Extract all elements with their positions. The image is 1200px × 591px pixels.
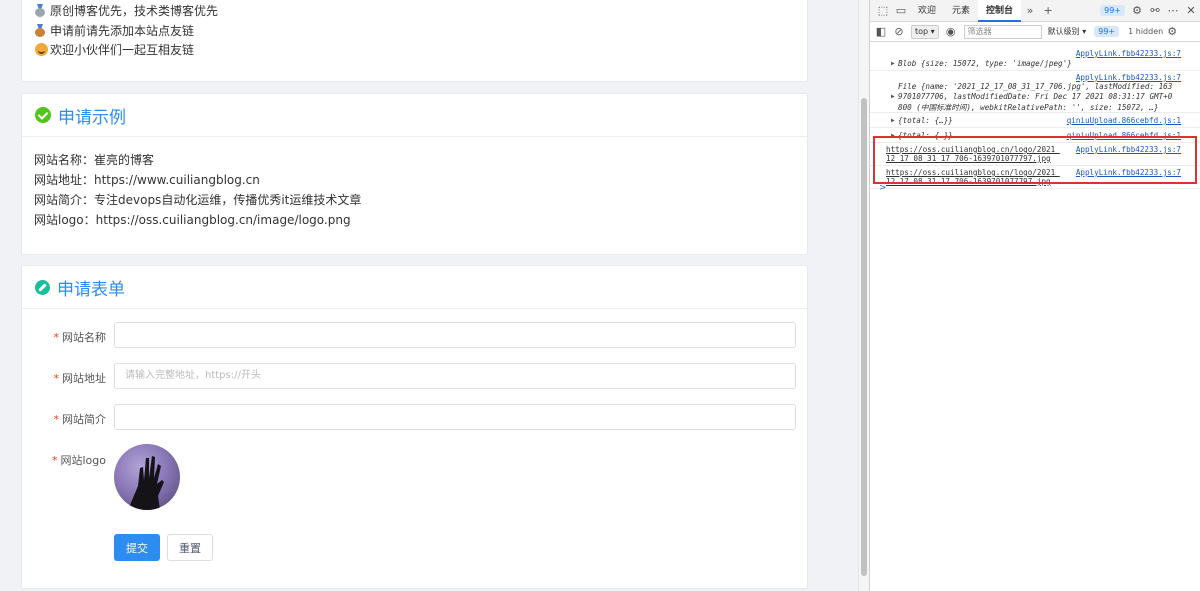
expand-triangle-icon[interactable]: ▶	[891, 117, 895, 124]
reset-button[interactable]: 重置	[167, 534, 213, 561]
notice-card: 原创博客优先，技术类博客优先 申请前请先添加本站点友链 欢迎小伙伴们一起互相友链	[21, 0, 808, 82]
web-page: 原创博客优先，技术类博客优先 申请前请先添加本站点友链 欢迎小伙伴们一起互相友链…	[0, 0, 858, 591]
console-prompt[interactable]: >	[879, 183, 887, 193]
site-name-label: * 网站名称	[53, 331, 107, 344]
log-message[interactable]: File {name: '2021_12_17_08_31_17_706.jpg…	[898, 82, 1172, 91]
notice-text: 欢迎小伙伴们一起互相友链	[50, 43, 195, 57]
console-log-row: ▶ {total: {…}} qiniuUpload.866cebfd.js:1	[870, 113, 1200, 128]
site-desc-input[interactable]	[114, 404, 796, 430]
hidden-count: 1 hidden	[1128, 27, 1164, 36]
tab-elements[interactable]: 元素	[944, 0, 978, 22]
highlight-box	[873, 136, 1197, 184]
device-toggle-icon[interactable]: ▭	[892, 2, 910, 20]
logo-preview-image[interactable]	[114, 444, 180, 510]
example-title: 申请示例	[58, 107, 126, 128]
page-scrollbar[interactable]	[858, 0, 869, 591]
site-desc-label: * 网站简介	[53, 413, 107, 426]
site-url-label: * 网站地址	[53, 372, 107, 385]
silver-medal-icon	[35, 4, 45, 17]
devtools-panel: ⬚ ▭ 欢迎 元素 控制台 » + 99+ ⚙ ⚯ ⋯ ✕ ◧ ⊘ top ▾ …	[869, 0, 1200, 591]
issues-badge[interactable]: 99+	[1100, 5, 1125, 16]
log-message[interactable]: 9701077706, lastModifiedDate: Fri Dec 17…	[898, 92, 1172, 101]
add-tab-icon[interactable]: +	[1039, 2, 1057, 20]
devtools-tabbar: ⬚ ▭ 欢迎 元素 控制台 » + 99+ ⚙ ⚯ ⋯ ✕	[870, 0, 1200, 22]
edit-circle-icon	[35, 279, 50, 295]
example-card-header: 申请示例	[22, 94, 807, 137]
log-source-link[interactable]: qiniuUpload.866cebfd.js:1	[1067, 116, 1181, 125]
log-message[interactable]: 800 (中国标准时间), webkitRelativePath: '', si…	[898, 102, 1158, 113]
apply-form-card: 申请表单 * 网站名称 * 网站地址 请输入完整地址，https://开头 * 网站简…	[21, 265, 808, 589]
example-line: 网站logo：https://oss.cuiliangblog.cn/image…	[34, 213, 351, 227]
submit-button[interactable]: 提交	[114, 534, 160, 561]
example-line: 网站简介：专注devops自动化运维，传播优秀it运维技术文章	[34, 193, 362, 207]
log-message[interactable]: Blob {size: 15072, type: 'image/jpeg'}	[898, 59, 1072, 68]
notice-item: 原创博客优先，技术类博客优先	[35, 2, 218, 19]
live-expression-eye-icon[interactable]: ◉	[942, 23, 960, 41]
expand-triangle-icon[interactable]: ▶	[891, 60, 895, 67]
sidebar-toggle-icon[interactable]: ◧	[872, 23, 890, 41]
form-card-header: 申请表单	[22, 266, 807, 309]
more-options-icon[interactable]: ⋯	[1164, 2, 1182, 20]
smile-emoji-icon	[35, 43, 48, 56]
bronze-medal-icon	[35, 24, 45, 37]
tab-console[interactable]: 控制台	[978, 0, 1022, 22]
tab-welcome[interactable]: 欢迎	[910, 0, 944, 22]
console-settings-gear-icon[interactable]: ⚙	[1163, 23, 1181, 41]
console-log-row: ApplyLink.fbb42233.js:7 ▶ Blob {size: 15…	[870, 46, 1200, 71]
site-logo-label: * 网站logo	[52, 454, 106, 467]
example-line: 网站名称：崔亮的博客	[34, 153, 155, 167]
connect-icon[interactable]: ⚯	[1146, 2, 1164, 20]
more-tabs-icon[interactable]: »	[1021, 2, 1039, 20]
notice-item: 欢迎小伙伴们一起互相友链	[35, 41, 194, 58]
check-circle-icon	[35, 107, 51, 123]
notice-text: 申请前请先添加本站点友链	[50, 24, 195, 38]
notice-item: 申请前请先添加本站点友链	[35, 22, 194, 39]
log-source-link[interactable]: ApplyLink.fbb42233.js:7	[1076, 49, 1181, 58]
console-toolbar: ◧ ⊘ top ▾ ◉ 筛选器 默认级别 ▾ 99+ 1 hidden ⚙	[870, 22, 1200, 42]
log-message[interactable]: {total: {…}}	[898, 116, 953, 125]
example-card: 申请示例 网站名称：崔亮的博客 网站地址：https://www.cuilian…	[21, 93, 808, 255]
expand-triangle-icon[interactable]: ▶	[891, 93, 895, 100]
notice-text: 原创博客优先，技术类博客优先	[50, 4, 219, 18]
site-url-input[interactable]: 请输入完整地址，https://开头	[114, 363, 796, 389]
settings-gear-icon[interactable]: ⚙	[1128, 2, 1146, 20]
form-title: 申请表单	[57, 279, 125, 300]
page-scrollbar-thumb[interactable]	[861, 98, 867, 576]
example-line: 网站地址：https://www.cuiliangblog.cn	[34, 173, 260, 187]
context-select[interactable]: top ▾	[911, 24, 939, 39]
close-icon[interactable]: ✕	[1182, 2, 1200, 20]
inspect-element-icon[interactable]: ⬚	[874, 2, 892, 20]
site-name-input[interactable]	[114, 322, 796, 348]
example-body: 网站名称：崔亮的博客 网站地址：https://www.cuiliangblog…	[22, 137, 807, 230]
console-log-row: ApplyLink.fbb42233.js:7 File {name: '202…	[870, 71, 1200, 113]
clear-console-icon[interactable]: ⊘	[890, 23, 908, 41]
console-filter-input[interactable]: 筛选器	[963, 24, 1042, 39]
log-source-link[interactable]: ApplyLink.fbb42233.js:7	[1076, 73, 1181, 82]
console-issues-badge[interactable]: 99+	[1094, 26, 1120, 37]
log-level-select[interactable]: 默认级别 ▾	[1048, 26, 1087, 37]
